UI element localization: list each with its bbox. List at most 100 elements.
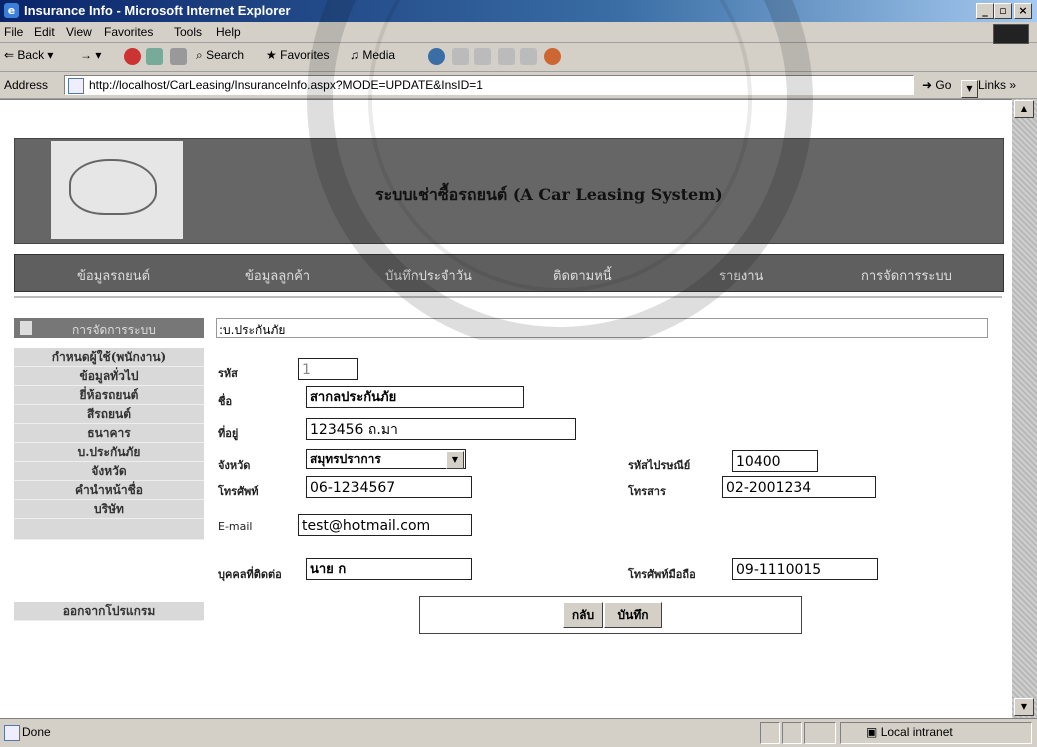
stop-icon[interactable] xyxy=(124,48,141,65)
mobile-field[interactable]: 09-1110015 xyxy=(732,558,878,580)
search-icon: ⌕ xyxy=(196,48,203,62)
address-label: ที่อยู่ xyxy=(218,427,239,440)
sidebar-item-exit[interactable]: ออกจากโปรแกรม xyxy=(14,602,204,621)
mail-icon[interactable] xyxy=(452,48,469,65)
print-icon[interactable] xyxy=(474,48,491,65)
document-icon xyxy=(20,321,32,335)
address-dropdown[interactable]: ▼ xyxy=(961,80,978,98)
go-label: Go xyxy=(935,78,952,92)
zip-field[interactable]: 10400 xyxy=(732,450,818,472)
mobile-label: โทรศัพท์มือถือ xyxy=(628,568,696,581)
intranet-icon: ▣ xyxy=(866,725,878,739)
status-pane xyxy=(782,722,802,744)
media-label: Media xyxy=(362,48,396,62)
messenger-icon[interactable] xyxy=(544,48,561,65)
menu-view[interactable]: View xyxy=(66,25,92,39)
window-title: Insurance Info - Microsoft Internet Expl… xyxy=(24,3,291,18)
scroll-up-button[interactable]: ▲ xyxy=(1014,100,1034,118)
links-button[interactable]: Links » xyxy=(978,78,1016,92)
sidebar-item-banks[interactable]: ธนาคาร xyxy=(14,424,204,443)
history-icon[interactable] xyxy=(428,48,445,65)
menu-file[interactable]: File xyxy=(4,25,23,39)
contact-field[interactable]: นาย ก xyxy=(306,558,472,580)
menu-bar: File Edit View Favorites Tools Help xyxy=(0,22,1037,43)
status-pane xyxy=(804,722,836,744)
menu-tools[interactable]: Tools xyxy=(174,25,202,39)
name-label: ชื่อ xyxy=(218,395,233,408)
favorites-button[interactable]: ★ Favorites xyxy=(266,48,329,62)
search-button[interactable]: ⌕ Search xyxy=(196,48,244,63)
province-select[interactable]: สมุทรปราการ ▼ xyxy=(306,449,466,469)
favorites-icon: ★ xyxy=(266,48,277,62)
vertical-scrollbar[interactable]: ▲ ▼ xyxy=(1012,99,1037,718)
sidebar-item-users[interactable]: กำหนดผู้ใช้(พนักงาน) xyxy=(14,348,204,367)
nav-car-data[interactable]: ข้อมูลรถยนต์ xyxy=(77,265,150,286)
main-nav: ข้อมูลรถยนต์ ข้อมูลลูกค้า บันทึกประจำวัน… xyxy=(14,254,1004,292)
refresh-icon[interactable] xyxy=(146,48,163,65)
phone-label: โทรศัพท์ xyxy=(218,485,259,498)
phone-field[interactable]: 06-1234567 xyxy=(306,476,472,498)
address-label: Address xyxy=(4,78,49,92)
status-bar: Done ▣ Local intranet xyxy=(0,718,1037,747)
back-form-button[interactable]: กลับ xyxy=(563,602,603,628)
zone-text: Local intranet xyxy=(880,725,953,739)
status-pane xyxy=(760,722,780,744)
address-field[interactable]: 123456 ถ.มา xyxy=(306,418,576,440)
window-title-bar[interactable]: e Insurance Info - Microsoft Internet Ex… xyxy=(0,0,1037,22)
email-field[interactable]: test@hotmail.com xyxy=(298,514,472,536)
zip-label: รหัสไปรษณีย์ xyxy=(628,459,691,472)
car-logo xyxy=(51,141,183,239)
ie-icon: e xyxy=(4,3,19,18)
menu-help[interactable]: Help xyxy=(216,25,241,39)
code-field[interactable]: 1 xyxy=(298,358,358,380)
sidebar-item-insurance[interactable]: บ.ประกันภัย xyxy=(14,443,204,462)
forward-button[interactable]: → ▾ xyxy=(80,48,101,62)
nav-system-management[interactable]: การจัดการระบบ xyxy=(861,265,952,286)
media-icon: ♫ xyxy=(350,48,359,62)
discuss-icon[interactable] xyxy=(520,48,537,65)
chevron-down-icon[interactable]: ▼ xyxy=(446,451,464,469)
address-bar: Address http://localhost/CarLeasing/Insu… xyxy=(0,72,1037,99)
close-button[interactable]: × xyxy=(1014,3,1032,19)
nav-divider xyxy=(14,296,1002,298)
form-title-bar: :บ.ประกันภัย xyxy=(216,318,988,338)
windows-logo-icon xyxy=(993,24,1029,44)
sidebar: การจัดการระบบ กำหนดผู้ใช้(พนักงาน) ข้อมู… xyxy=(14,318,204,628)
sidebar-heading-label: การจัดการระบบ xyxy=(72,323,156,337)
nav-debt-tracking[interactable]: ติดตามหนี้ xyxy=(553,265,612,286)
sidebar-item-general[interactable]: ข้อมูลทั่วไป xyxy=(14,367,204,386)
minimize-button[interactable]: _ xyxy=(976,3,994,19)
status-text: Done xyxy=(22,725,51,739)
site-banner: ระบบเช่าซื้อรถยนต์ (A Car Leasing System… xyxy=(14,138,1004,244)
edit-icon[interactable] xyxy=(498,48,515,65)
page-done-icon xyxy=(4,725,20,741)
form-title: :บ.ประกันภัย xyxy=(219,323,286,337)
save-button[interactable]: บันทึก xyxy=(604,602,662,628)
sidebar-item-provinces[interactable]: จังหวัด xyxy=(14,462,204,481)
name-field[interactable]: สากลประกันภัย xyxy=(306,386,524,408)
menu-favorites[interactable]: Favorites xyxy=(104,25,153,39)
sidebar-item-name-titles[interactable]: คำนำหน้าชื่อ xyxy=(14,481,204,500)
address-input[interactable]: http://localhost/CarLeasing/InsuranceInf… xyxy=(64,75,978,98)
nav-customer-data[interactable]: ข้อมูลลูกค้า xyxy=(245,265,310,286)
scroll-down-button[interactable]: ▼ xyxy=(1014,698,1034,716)
fax-field[interactable]: 02-2001234 xyxy=(722,476,876,498)
address-url: http://localhost/CarLeasing/InsuranceInf… xyxy=(89,78,483,92)
back-button[interactable]: ⇐ Back ▾ xyxy=(4,48,53,62)
go-button[interactable]: ➜ Go xyxy=(922,78,951,92)
sidebar-item-company[interactable]: บริษัท xyxy=(14,500,204,519)
home-icon[interactable] xyxy=(170,48,187,65)
button-panel: กลับ บันทึก xyxy=(419,596,802,634)
menu-edit[interactable]: Edit xyxy=(34,25,55,39)
nav-daily-record[interactable]: บันทึกประจำวัน xyxy=(385,265,472,286)
page-icon xyxy=(68,78,84,94)
province-value: สมุทรปราการ xyxy=(310,452,381,466)
sidebar-heading: การจัดการระบบ xyxy=(14,318,204,338)
nav-reports[interactable]: รายงาน xyxy=(719,265,763,286)
media-button[interactable]: ♫ Media xyxy=(350,48,395,62)
maximize-button[interactable]: ▫ xyxy=(994,3,1012,19)
sidebar-item-car-colors[interactable]: สีรถยนต์ xyxy=(14,405,204,424)
back-label: Back xyxy=(17,48,45,62)
favorites-label: Favorites xyxy=(280,48,330,62)
sidebar-item-car-brands[interactable]: ยี่ห้อรถยนต์ xyxy=(14,386,204,405)
